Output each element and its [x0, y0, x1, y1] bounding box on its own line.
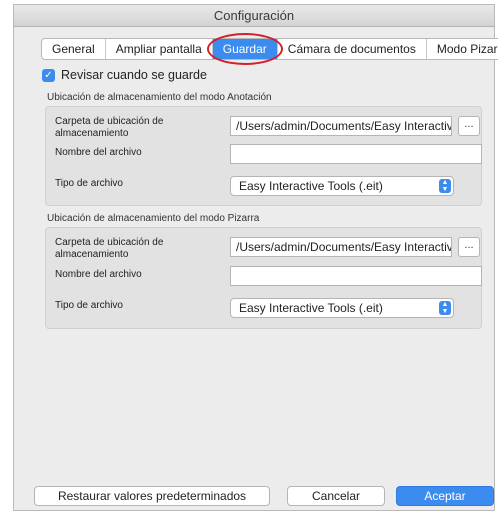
whiteboard-folder-field[interactable]: /Users/admin/Documents/Easy Interactive … [230, 237, 452, 257]
cancel-button[interactable]: Cancelar [287, 486, 385, 506]
annotation-folder-field[interactable]: /Users/admin/Documents/Easy Interactive … [230, 116, 452, 136]
tab-zoom-screen[interactable]: Ampliar pantalla [106, 39, 213, 59]
tab-document-camera[interactable]: Cámara de documentos [278, 39, 427, 59]
whiteboard-section-title: Ubicación de almacenamiento del modo Piz… [47, 213, 260, 224]
whiteboard-group: Carpeta de ubicación de almacenamiento /… [45, 227, 482, 329]
whiteboard-filetype-select[interactable]: Easy Interactive Tools (.eit) ▲ ▼ [230, 298, 454, 318]
whiteboard-filename-label: Nombre del archivo [55, 269, 142, 280]
whiteboard-filename-input[interactable] [230, 266, 482, 286]
whiteboard-folder-label: Carpeta de ubicación de almacenamiento [55, 237, 164, 260]
whiteboard-filetype-label: Tipo de archivo [55, 300, 123, 311]
window-title: Configuración [14, 5, 494, 27]
whiteboard-filetype-value: Easy Interactive Tools (.eit) [239, 301, 383, 315]
annotation-filetype-select[interactable]: Easy Interactive Tools (.eit) ▲ ▼ [230, 176, 454, 196]
tab-bar: General Ampliar pantalla Guardar Cámara … [41, 33, 498, 65]
annotation-section-title: Ubicación de almacenamiento del modo Ano… [47, 92, 272, 103]
annotation-browse-button[interactable]: ... [458, 116, 480, 136]
annotation-filename-input[interactable] [230, 144, 482, 164]
checkbox-checked-icon[interactable]: ✓ [42, 68, 55, 82]
settings-window: Configuración General Ampliar pantalla G… [13, 4, 498, 511]
confirm-on-save-label: Revisar cuando se guarde [61, 68, 207, 82]
annotation-folder-label: Carpeta de ubicación de almacenamiento [55, 116, 164, 139]
annotation-group: Carpeta de ubicación de almacenamiento /… [45, 106, 482, 206]
annotation-filetype-value: Easy Interactive Tools (.eit) [239, 179, 383, 193]
select-arrows-icon: ▲ ▼ [439, 179, 451, 193]
whiteboard-browse-button[interactable]: ... [458, 237, 480, 257]
tab-general[interactable]: General [42, 39, 106, 59]
tab-save[interactable]: Guardar [206, 33, 283, 65]
confirm-on-save-row[interactable]: ✓ Revisar cuando se guarde [42, 68, 207, 82]
accept-button[interactable]: Aceptar [396, 486, 494, 506]
select-arrows-icon: ▲ ▼ [439, 301, 451, 315]
annotation-filetype-label: Tipo de archivo [55, 178, 123, 189]
tab-whiteboard-mode[interactable]: Modo Pizarra [427, 39, 498, 59]
restore-defaults-button[interactable]: Restaurar valores predeterminados [34, 486, 270, 506]
annotation-filename-label: Nombre del archivo [55, 147, 142, 158]
